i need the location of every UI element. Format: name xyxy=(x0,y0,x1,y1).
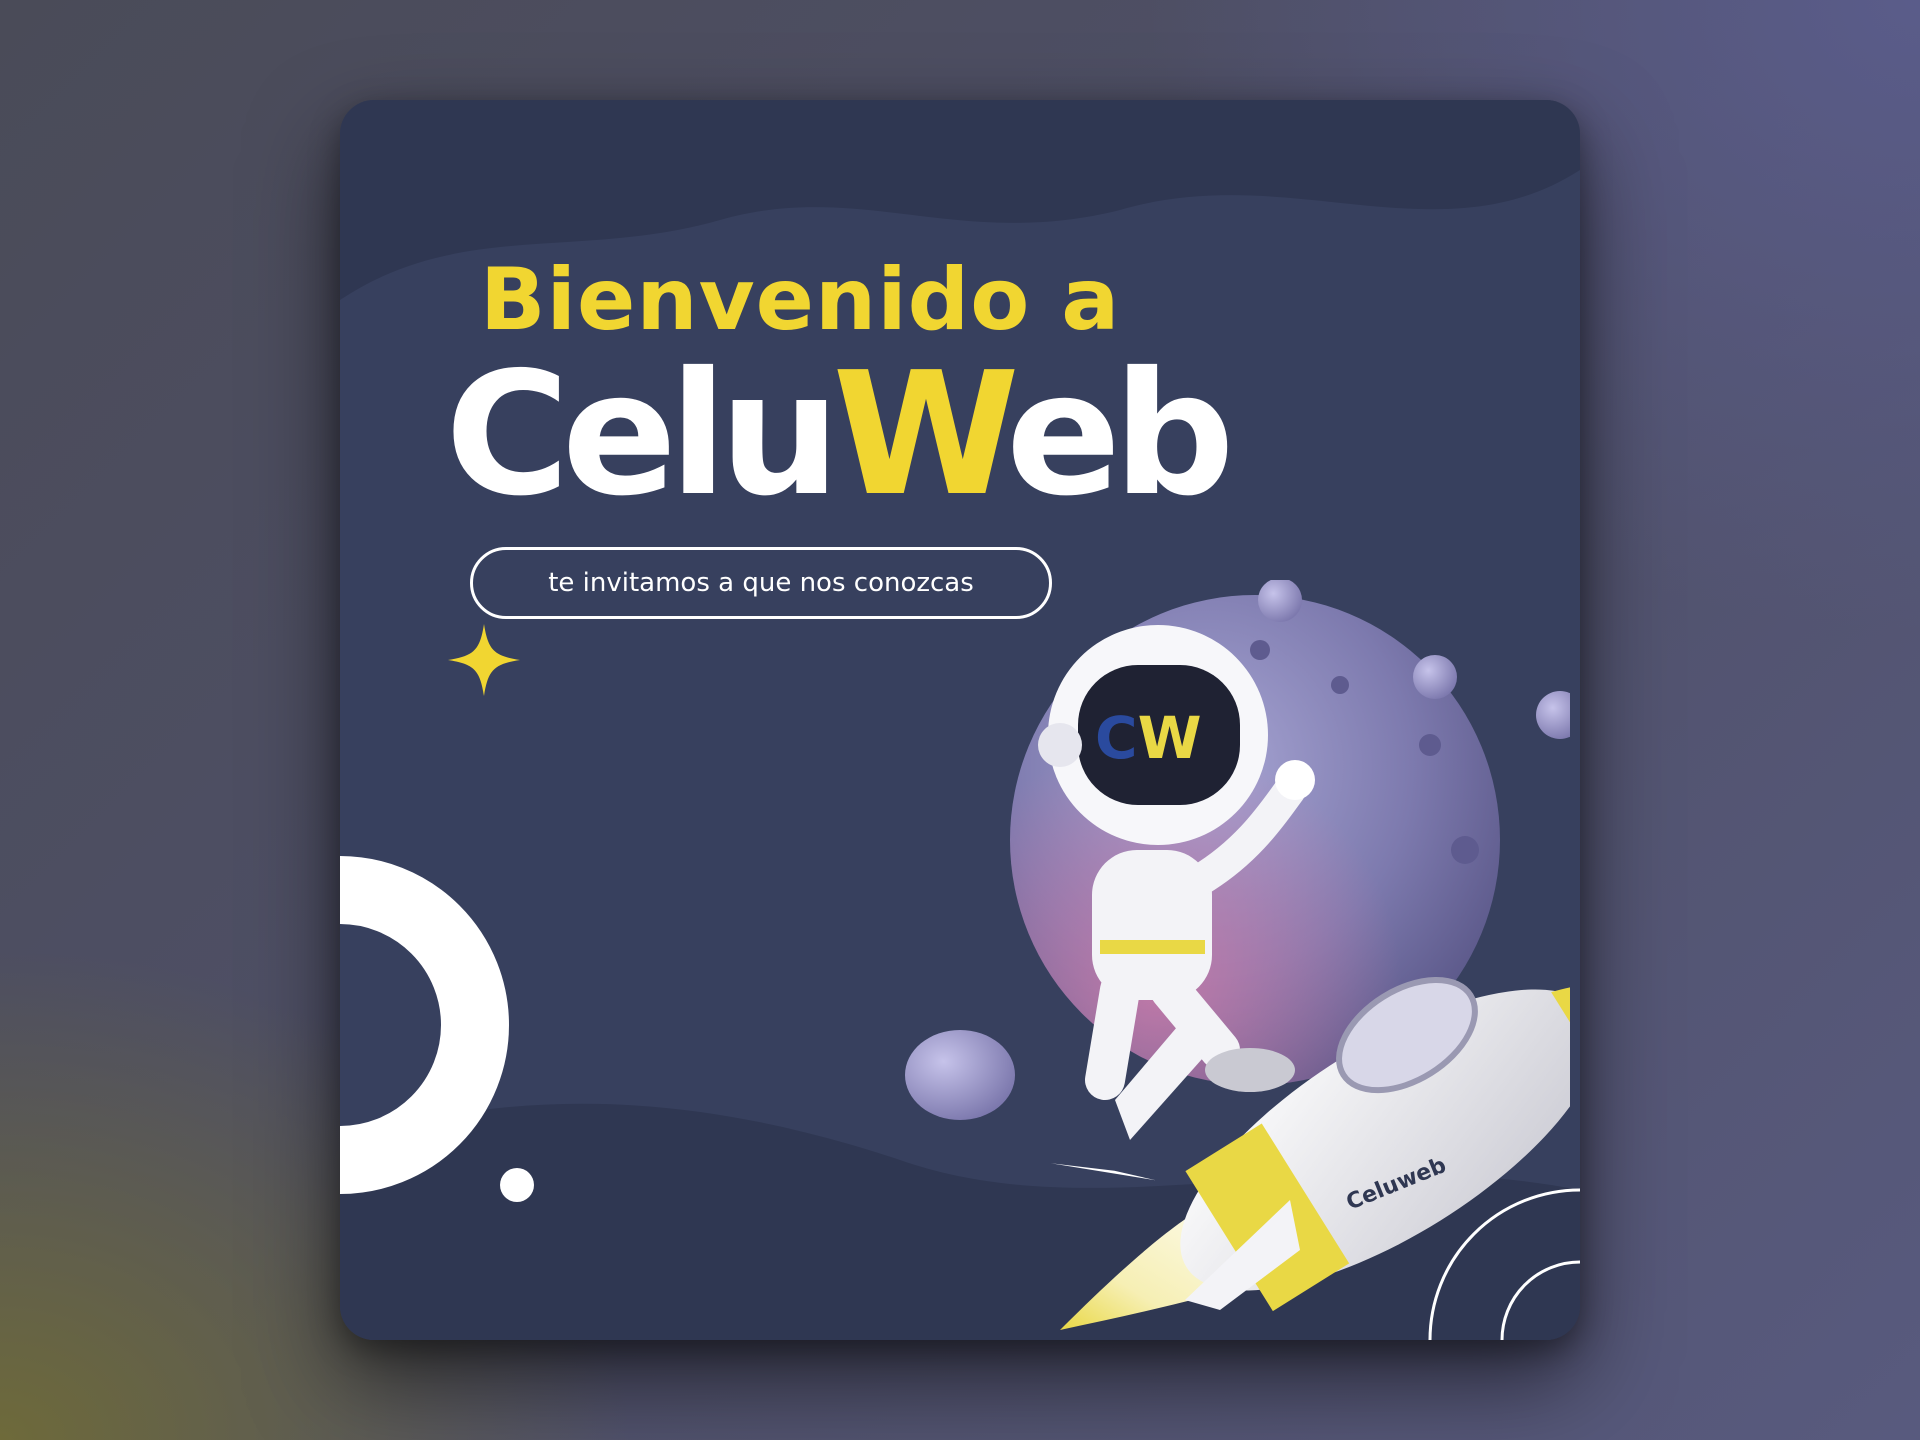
brand-part-celu: Celu xyxy=(445,336,840,534)
ring-decoration xyxy=(340,856,509,1194)
dot-decoration xyxy=(500,1168,534,1202)
astronaut-rocket-illustration: Celuweb CW xyxy=(905,580,1570,1330)
sparkle-icon xyxy=(448,624,520,696)
brand-part-eb: eb xyxy=(1005,336,1235,534)
headline: Bienvenido a xyxy=(480,250,1121,350)
welcome-card: Bienvenido a CeluWeb te invitamos a que … xyxy=(340,100,1580,1340)
brand-part-w: W xyxy=(832,336,1013,534)
helmet-logo: CW xyxy=(1095,704,1202,772)
brand-logo: CeluWeb xyxy=(445,350,1235,520)
